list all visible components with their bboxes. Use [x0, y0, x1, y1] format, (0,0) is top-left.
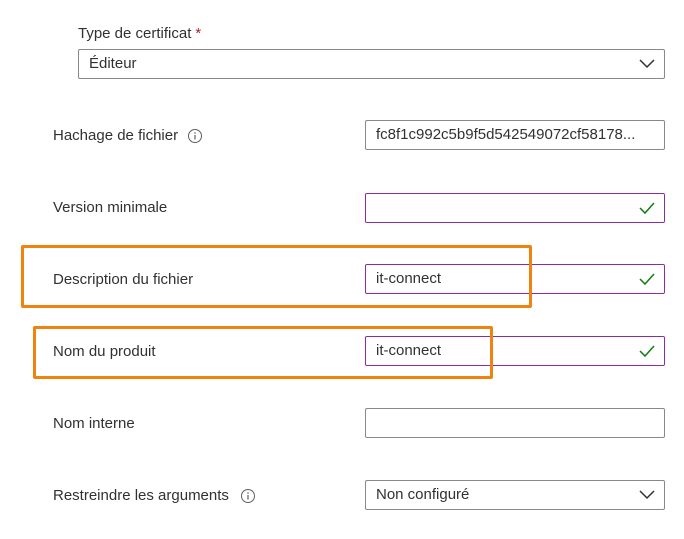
chevron-down-icon — [639, 490, 655, 500]
product-name-input[interactable]: it-connect — [365, 336, 665, 366]
internal-name-label: Nom interne — [53, 414, 135, 434]
min-version-input[interactable] — [365, 193, 665, 223]
internal-name-label-text: Nom interne — [53, 415, 135, 432]
restrict-args-label-text: Restreindre les arguments — [53, 487, 229, 504]
checkmark-icon — [639, 273, 655, 286]
restrict-args-selected-value: Non configuré — [376, 486, 470, 503]
info-icon[interactable] — [187, 128, 203, 144]
certificate-type-label: Type de certificat * — [78, 24, 201, 44]
certificate-type-selected-value: Éditeur — [89, 55, 137, 72]
file-description-input[interactable]: it-connect — [365, 264, 665, 294]
product-name-label-text: Nom du produit — [53, 343, 156, 360]
required-marker: * — [195, 25, 202, 42]
file-hash-label-text: Hachage de fichier — [53, 127, 179, 144]
chevron-down-icon — [639, 59, 655, 69]
file-hash-label: Hachage de fichier — [53, 126, 203, 146]
certificate-type-label-text: Type de certificat — [78, 25, 192, 42]
file-hash-value: fc8f1c992c5b9f5d542549072cf58178... — [376, 126, 636, 143]
file-description-label-text: Description du fichier — [53, 271, 194, 288]
restrict-args-label: Restreindre les arguments — [53, 486, 256, 506]
min-version-label: Version minimale — [53, 198, 167, 218]
file-description-value: it-connect — [376, 270, 442, 287]
product-name-value: it-connect — [376, 342, 442, 359]
file-hash-input[interactable]: fc8f1c992c5b9f5d542549072cf58178... — [365, 120, 665, 150]
certificate-type-dropdown[interactable]: Éditeur — [78, 49, 665, 79]
info-icon[interactable] — [240, 488, 256, 504]
internal-name-input[interactable] — [365, 408, 665, 438]
checkmark-icon — [639, 345, 655, 358]
min-version-label-text: Version minimale — [53, 199, 168, 216]
checkmark-icon — [639, 202, 655, 215]
restrict-args-dropdown[interactable]: Non configuré — [365, 480, 665, 510]
file-description-label: Description du fichier — [53, 270, 193, 290]
product-name-label: Nom du produit — [53, 342, 156, 362]
